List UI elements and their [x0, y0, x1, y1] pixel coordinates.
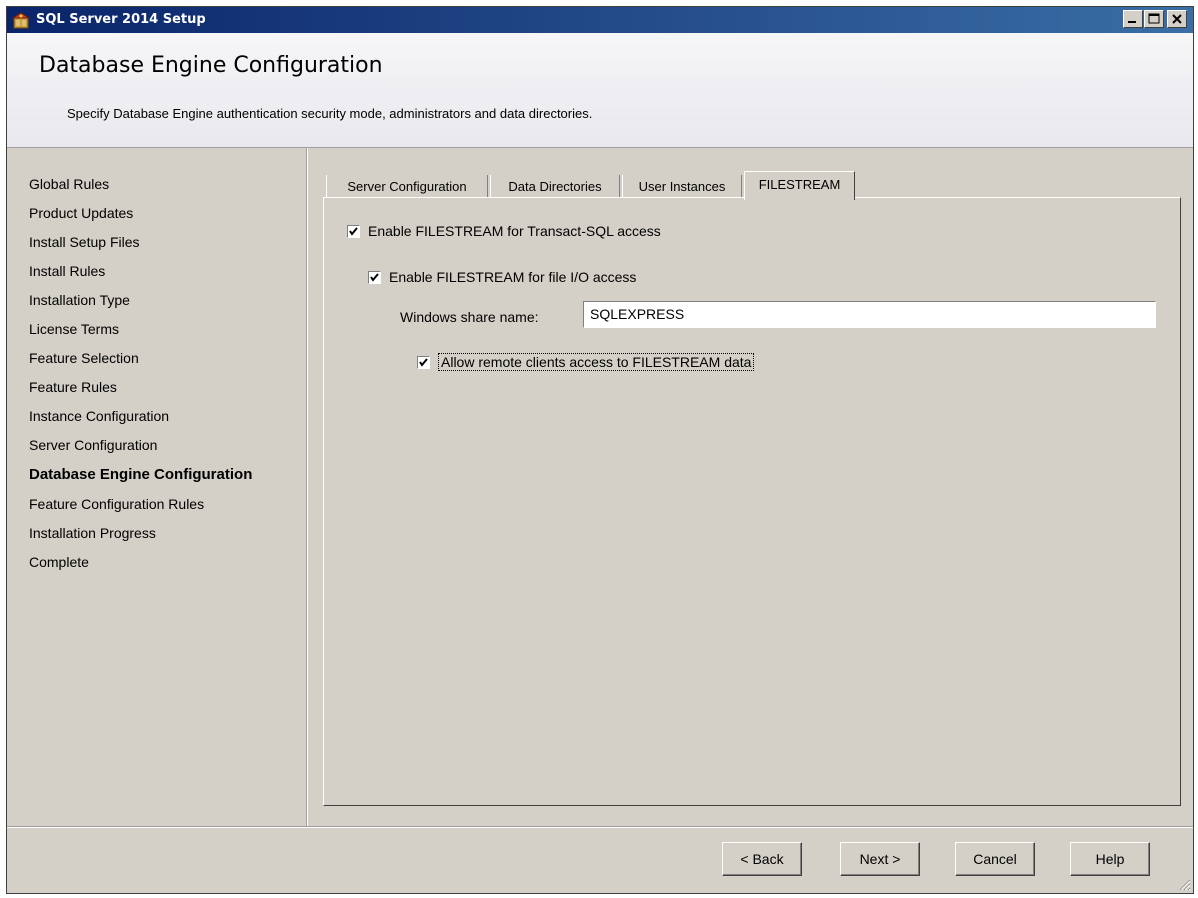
sidebar-item-instance-configuration[interactable]: Instance Configuration — [29, 408, 169, 424]
share-name-label: Windows share name: — [400, 309, 539, 325]
minimize-icon — [1128, 21, 1136, 23]
checkmark-icon — [349, 226, 358, 236]
tab-server-configuration[interactable]: Server Configuration — [326, 175, 488, 198]
sidebar-item-installation-progress[interactable]: Installation Progress — [29, 525, 156, 541]
minimize-button[interactable] — [1123, 10, 1143, 28]
tab-user-instances[interactable]: User Instances — [622, 175, 742, 198]
enable-tsql-row[interactable]: Enable FILESTREAM for Transact-SQL acces… — [347, 223, 661, 239]
title-bar[interactable]: SQL Server 2014 Setup — [7, 7, 1193, 33]
sidebar-item-server-configuration[interactable]: Server Configuration — [29, 437, 157, 453]
maximize-button[interactable] — [1144, 10, 1164, 28]
maximize-icon — [1148, 13, 1160, 24]
share-name-input[interactable]: SQLEXPRESS — [583, 301, 1156, 328]
sidebar-item-installation-type[interactable]: Installation Type — [29, 292, 130, 308]
help-button[interactable]: Help — [1070, 842, 1150, 876]
sidebar-item-complete[interactable]: Complete — [29, 554, 89, 570]
cancel-button[interactable]: Cancel — [955, 842, 1035, 876]
enable-tsql-label[interactable]: Enable FILESTREAM for Transact-SQL acces… — [368, 223, 661, 239]
next-button[interactable]: Next > — [840, 842, 920, 876]
checkmark-icon — [419, 357, 428, 367]
allow-remote-label[interactable]: Allow remote clients access to FILESTREA… — [438, 353, 755, 371]
sql-setup-app-icon — [12, 12, 30, 29]
filestream-tab-panel — [323, 197, 1181, 806]
allow-remote-row[interactable]: Allow remote clients access to FILESTREA… — [417, 353, 755, 371]
sidebar-divider — [307, 148, 308, 826]
enable-fileio-label[interactable]: Enable FILESTREAM for file I/O access — [389, 269, 636, 285]
close-icon — [1172, 14, 1182, 24]
checkmark-icon — [370, 272, 379, 282]
page-description: Specify Database Engine authentication s… — [67, 106, 593, 121]
sidebar-item-global-rules[interactable]: Global Rules — [29, 176, 109, 192]
enable-tsql-checkbox[interactable] — [347, 224, 360, 238]
tab-filestream[interactable]: FILESTREAM — [744, 171, 855, 200]
back-button[interactable]: < Back — [722, 842, 802, 876]
close-button[interactable] — [1167, 10, 1187, 28]
resize-grip-icon[interactable] — [1177, 877, 1191, 891]
sidebar-item-feature-configuration-rules[interactable]: Feature Configuration Rules — [29, 496, 204, 512]
allow-remote-checkbox[interactable] — [417, 355, 430, 369]
sidebar-item-feature-selection[interactable]: Feature Selection — [29, 350, 139, 366]
sidebar-item-product-updates[interactable]: Product Updates — [29, 205, 133, 221]
page-header: Database Engine Configuration Specify Da… — [7, 33, 1193, 148]
sidebar-item-license-terms[interactable]: License Terms — [29, 321, 119, 337]
footer-divider-highlight — [7, 827, 1193, 828]
steps-sidebar: Global Rules Product Updates Install Set… — [7, 148, 307, 826]
sidebar-item-database-engine-configuration[interactable]: Database Engine Configuration — [29, 466, 252, 483]
sidebar-item-install-setup-files[interactable]: Install Setup Files — [29, 234, 140, 250]
window-title: SQL Server 2014 Setup — [36, 12, 206, 27]
setup-window: SQL Server 2014 Setup Database Engine Co… — [6, 6, 1194, 894]
sidebar-item-feature-rules[interactable]: Feature Rules — [29, 379, 117, 395]
tab-data-directories[interactable]: Data Directories — [490, 175, 620, 198]
enable-fileio-row[interactable]: Enable FILESTREAM for file I/O access — [368, 269, 636, 285]
enable-fileio-checkbox[interactable] — [368, 270, 381, 284]
page-title: Database Engine Configuration — [39, 53, 383, 78]
sidebar-item-install-rules[interactable]: Install Rules — [29, 263, 105, 279]
